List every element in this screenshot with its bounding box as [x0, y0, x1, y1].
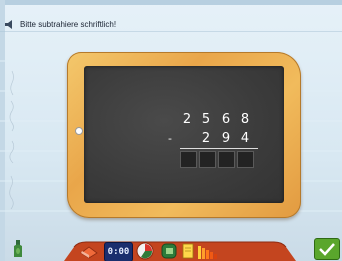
subtrahend-digit-hundreds: 2	[201, 131, 211, 146]
subtrahend-digit-ones: 4	[240, 131, 250, 146]
minuend-digit-tens: 6	[221, 112, 231, 127]
answer-box-thousands[interactable]	[180, 151, 197, 168]
answer-box-hundreds[interactable]	[199, 151, 216, 168]
answer-box-tens[interactable]	[218, 151, 235, 168]
clock-icon[interactable]: 0:00	[104, 242, 133, 261]
instruction-bar: Bitte subtrahiere schriftlich!	[3, 17, 323, 31]
bars-icon[interactable]	[196, 241, 220, 261]
notebook-icon[interactable]	[159, 241, 179, 261]
board-peg	[75, 127, 83, 135]
toolbar: 0:00	[60, 236, 300, 261]
chalkboard: 2 5 6 8 - 2 9 4	[84, 66, 284, 203]
chalkboard-frame: 2 5 6 8 - 2 9 4	[67, 52, 301, 218]
subtrahend-digit-tens: 9	[221, 131, 231, 146]
bottle-icon[interactable]	[10, 239, 26, 259]
chart-icon[interactable]	[135, 241, 155, 261]
eraser-icon[interactable]	[78, 241, 100, 261]
speaker-icon[interactable]	[3, 18, 17, 30]
minuend-digit-thousands: 2	[182, 112, 192, 127]
minuend-digit-ones: 8	[240, 112, 250, 127]
instruction-text: Bitte subtrahiere schriftlich!	[20, 19, 117, 29]
answer-box-ones[interactable]	[237, 151, 254, 168]
minuend-digit-hundreds: 5	[201, 112, 211, 127]
page-icon[interactable]	[181, 241, 195, 261]
app-window: Bitte subtrahiere schriftlich! 2 5 6 8 -…	[0, 0, 342, 261]
minus-sign: -	[168, 132, 172, 145]
top-edge	[0, 0, 342, 5]
clock-display: 0:00	[107, 247, 130, 257]
sum-line	[180, 148, 258, 149]
check-icon[interactable]	[314, 238, 340, 260]
